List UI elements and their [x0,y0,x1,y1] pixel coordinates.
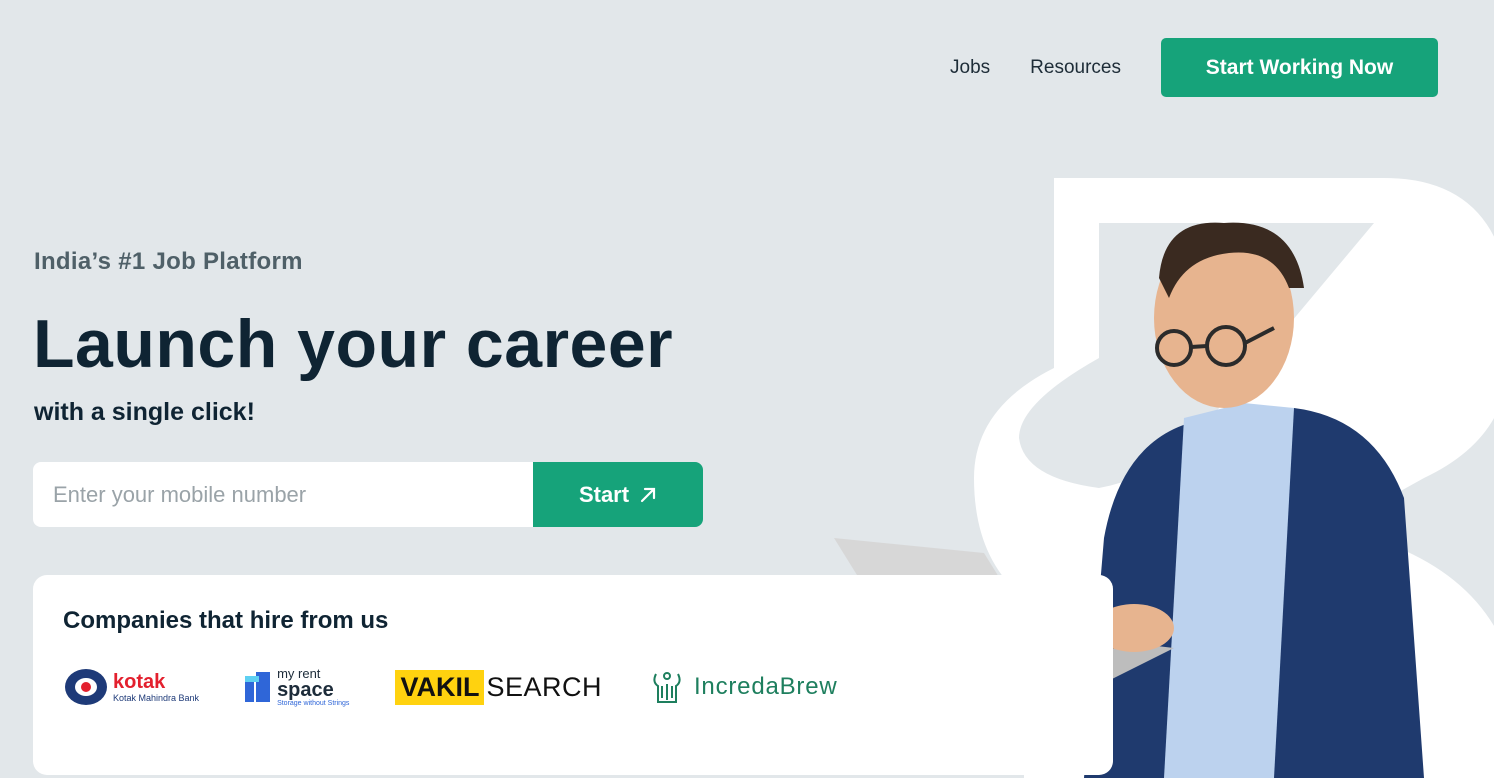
nav-link-jobs[interactable]: Jobs [950,57,990,79]
myrentspace-icon [245,672,271,702]
vakil-part1: VAKIL [395,669,485,705]
myrentspace-logo: my rent space Storage without Strings [245,667,349,707]
arrow-up-right-icon [640,487,656,502]
myrent-main: space [277,679,334,701]
companies-card: Companies that hire from us kotak Kotak … [33,575,1113,775]
incredabrew-icon [653,672,681,703]
page-title: Launch your career [33,306,674,382]
nav-link-resources[interactable]: Resources [1030,57,1121,79]
company-logos: kotak Kotak Mahindra Bank my rent space … [65,667,884,707]
vakil-part2: SEARCH [486,671,602,702]
start-working-now-button[interactable]: Start Working Now [1161,38,1438,97]
mobile-signup-form: Start [33,462,703,527]
kotak-sub: Kotak Mahindra Bank [113,692,200,703]
start-button[interactable]: Start [533,462,703,527]
incredabrew-name: IncredaBrew [693,673,838,700]
incredabrew-logo: IncredaBrew [648,668,838,706]
companies-title: Companies that hire from us [63,607,389,634]
kotak-logo: kotak Kotak Mahindra Bank [65,669,199,705]
tagline: India’s #1 Job Platform [34,248,303,275]
start-button-label: Start [578,481,630,507]
top-nav: Jobs Resources Start Working Now [950,38,1438,97]
kotak-name: kotak [113,670,166,693]
myrent-tag: Storage without Strings [277,700,350,707]
subheadline: with a single click! [34,398,255,426]
mobile-number-input[interactable] [33,462,533,527]
kotak-icon [65,669,107,705]
vakilsearch-logo: VAKIL SEARCH [395,669,602,705]
